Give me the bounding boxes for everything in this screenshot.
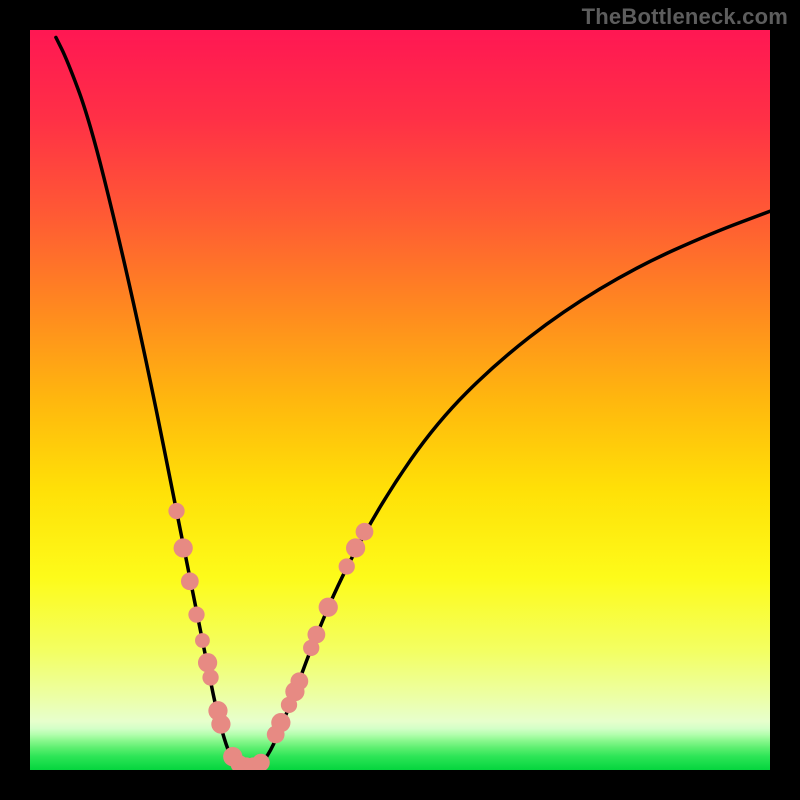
marker-dot xyxy=(195,633,210,648)
marker-dot xyxy=(211,715,230,734)
marker-group xyxy=(168,503,373,770)
marker-dot xyxy=(346,538,365,557)
bottleneck-curve xyxy=(56,37,770,769)
marker-dot xyxy=(181,572,199,590)
marker-dot xyxy=(188,606,204,622)
plot-area xyxy=(30,30,770,770)
marker-dot xyxy=(202,669,218,685)
watermark-text: TheBottleneck.com xyxy=(582,4,788,30)
marker-dot xyxy=(290,672,308,690)
marker-dot xyxy=(198,653,217,672)
marker-dot xyxy=(308,626,326,644)
marker-dot xyxy=(174,538,193,557)
chart-frame: TheBottleneck.com xyxy=(0,0,800,800)
marker-dot xyxy=(339,558,355,574)
marker-dot xyxy=(356,523,374,541)
marker-dot xyxy=(319,598,338,617)
marker-dot xyxy=(271,713,290,732)
marker-dot xyxy=(168,503,184,519)
curve-layer xyxy=(30,30,770,770)
